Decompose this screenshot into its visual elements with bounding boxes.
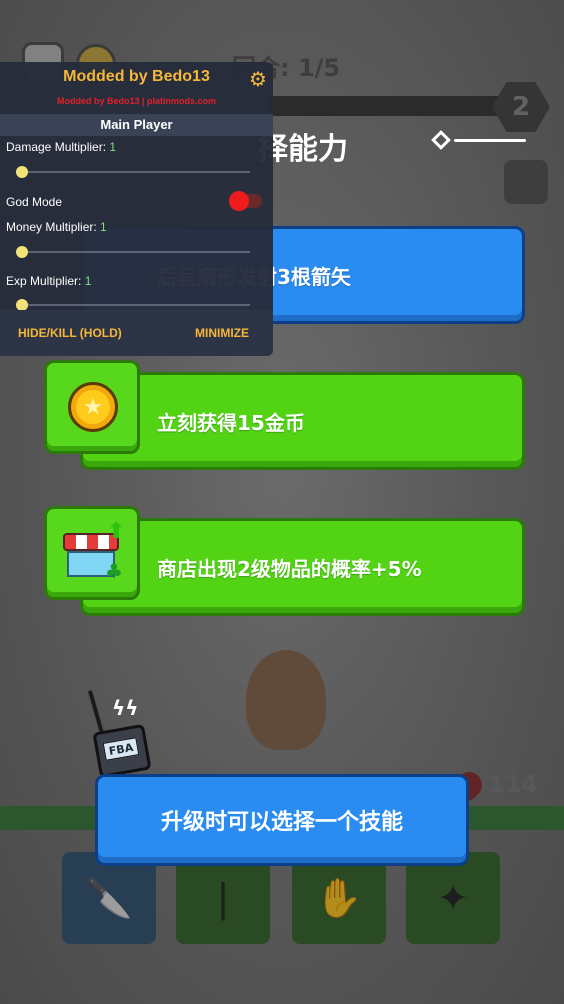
damage-multiplier-slider[interactable] — [16, 166, 250, 178]
money-multiplier-slider[interactable] — [16, 246, 250, 258]
signal-icon: ϟϟ — [112, 696, 139, 720]
ability-option-2-text: 立刻获得15金币 — [157, 410, 305, 435]
god-mode-toggle[interactable] — [229, 191, 262, 211]
clover-icon: ♣ — [105, 559, 123, 583]
minimize-button[interactable]: MINIMIZE — [195, 326, 249, 340]
ability-option-2-iconbox[interactable]: ★ — [44, 360, 140, 454]
shop-icon: ⬆ ♣ — [63, 519, 125, 583]
mod-menu-subtitle: Modded by Bedo13 | platinmods.com — [56, 96, 217, 106]
exp-multiplier-value: 1 — [84, 274, 92, 288]
money-multiplier-value: 1 — [100, 220, 107, 234]
ability-option-3-iconbox[interactable]: ⬆ ♣ — [44, 506, 140, 600]
gear-icon[interactable]: ⚙ — [247, 68, 269, 90]
mod-menu-footer: HIDE/KILL (HOLD) MINIMIZE — [0, 310, 273, 356]
damage-multiplier-label: Damage Multiplier: 1 — [6, 140, 117, 154]
ability-option-2[interactable]: 立刻获得15金币 — [80, 372, 525, 470]
hide-kill-button[interactable]: HIDE/KILL (HOLD) — [18, 326, 122, 340]
god-mode-label: God Mode — [6, 195, 63, 209]
exp-multiplier-label: Exp Multiplier: 1 — [6, 274, 92, 288]
title-decoration — [431, 127, 528, 155]
mod-menu-panel: Modded by Bedo13 ⚙ Modded by Bedo13 | pl… — [0, 62, 273, 356]
damage-multiplier-value: 1 — [109, 140, 117, 154]
diamond-icon — [431, 130, 451, 150]
section-main-player[interactable]: Main Player — [0, 114, 273, 136]
mod-menu-header[interactable]: Modded by Bedo13 ⚙ Modded by Bedo13 | pl… — [0, 62, 273, 112]
slider-knob[interactable] — [16, 246, 28, 258]
slider-knob[interactable] — [16, 166, 28, 178]
ability-option-3-text: 商店出现2级物品的概率+5% — [157, 556, 422, 581]
tutorial-tip[interactable]: 升级时可以选择一个技能 — [95, 774, 469, 866]
money-multiplier-label: Money Multiplier: 1 — [6, 220, 107, 234]
ability-option-3[interactable]: 商店出现2级物品的概率+5% — [80, 518, 525, 616]
walkie-talkie-icon: ϟϟ FBA — [88, 690, 154, 780]
up-arrow-icon: ⬆ — [107, 519, 126, 544]
mod-menu-title: Modded by Bedo13 — [63, 68, 210, 85]
coin-icon: ★ — [68, 382, 118, 432]
exp-multiplier-slider[interactable] — [16, 299, 250, 311]
